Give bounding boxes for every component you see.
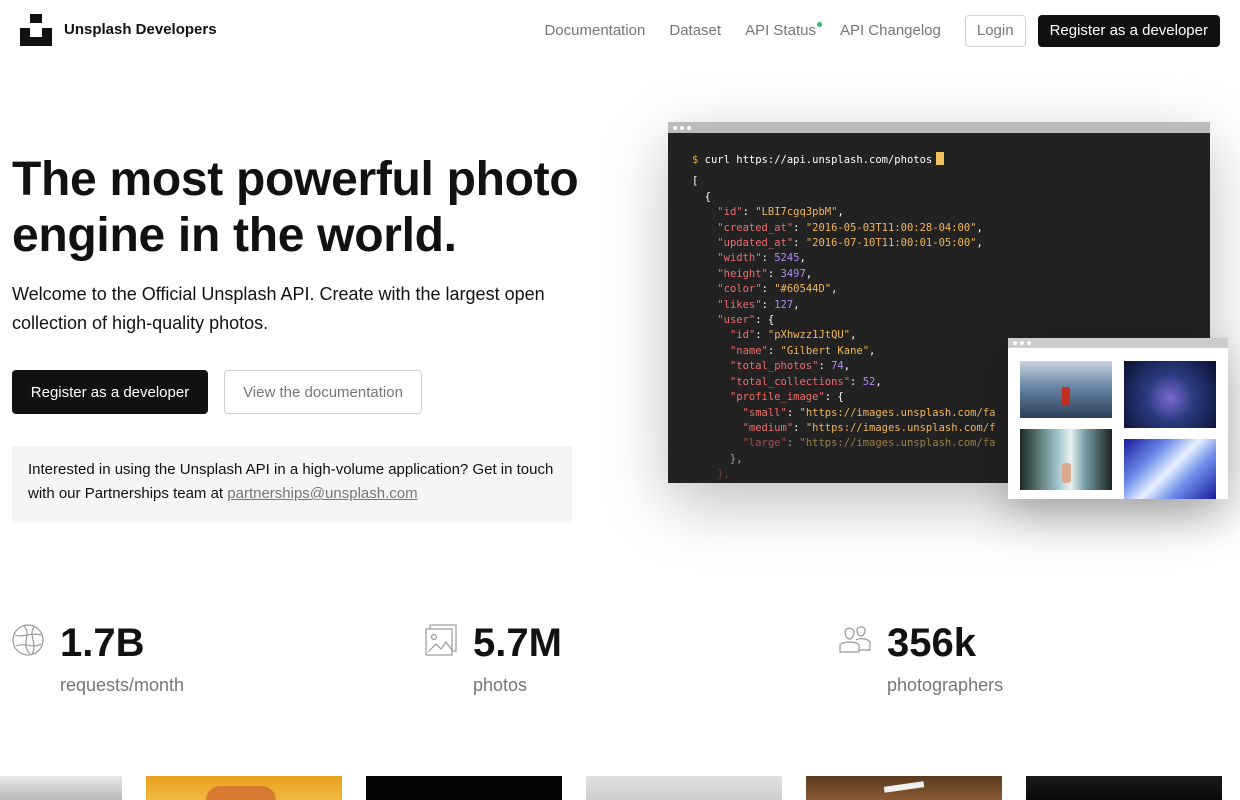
nav-api-status[interactable]: API Status	[745, 15, 822, 47]
login-button[interactable]: Login	[964, 15, 1026, 47]
globe-icon	[12, 624, 44, 656]
status-dot-icon	[816, 22, 822, 27]
json-created-at: "2016-05-03T11:00:28-04:00"	[805, 221, 977, 234]
json-total-photos: 74	[831, 360, 844, 373]
window-dot-icon	[1020, 341, 1024, 345]
json-user-name: "Gilbert Kane"	[780, 344, 870, 357]
top-nav: Documentation Dataset API Status API Cha…	[544, 15, 1220, 47]
unsplash-logo-icon[interactable]	[20, 14, 52, 46]
gallery-photo[interactable]	[366, 776, 562, 800]
terminal-command-line: $ curl https://api.unsplash.com/photos	[692, 152, 1186, 168]
partnerships-callout: Interested in using the Unsplash API in …	[12, 446, 572, 523]
window-dot-icon	[680, 126, 684, 130]
brand-name[interactable]: Unsplash Developers	[64, 21, 217, 38]
json-likes: 127	[774, 298, 794, 311]
gallery-photo[interactable]	[806, 776, 1002, 800]
json-user-id: "pXhwzz1JtQU"	[767, 329, 851, 342]
cursor-icon	[936, 152, 945, 165]
terminal-title-bar	[668, 122, 1210, 133]
photo-thumbnail	[1124, 361, 1216, 428]
stat-label: photographers	[887, 675, 1004, 695]
window-dot-icon	[1027, 341, 1031, 345]
window-dot-icon	[1013, 341, 1017, 345]
stat-label: requests/month	[60, 675, 185, 695]
json-medium: "https://images.unsplash.com/f	[805, 421, 996, 434]
json-small: "https://images.unsplash.com/fa	[799, 406, 996, 419]
partnerships-email-link[interactable]: partnerships@unsplash.com	[227, 485, 417, 502]
view-documentation-button[interactable]: View the documentation	[224, 370, 422, 414]
hero-title: The most powerful photo engine in the wo…	[12, 153, 579, 262]
json-color: "#60544D"	[774, 283, 832, 296]
stat-label: photos	[473, 675, 528, 695]
terminal-command: curl https://api.unsplash.com/photos	[704, 154, 933, 166]
register-button-hero[interactable]: Register as a developer	[12, 370, 208, 414]
nav-api-changelog[interactable]: API Changelog	[840, 15, 941, 47]
window-dot-icon	[673, 126, 677, 130]
json-id: "LBI7cgq3pbM"	[755, 206, 838, 219]
json-height: 3497	[780, 267, 806, 280]
nav-documentation[interactable]: Documentation	[544, 15, 645, 47]
json-total-collections: 52	[862, 375, 876, 388]
photo-thumbnail	[1020, 361, 1112, 418]
stat-value: 356k	[887, 621, 976, 665]
json-width: 5245	[774, 252, 800, 265]
stat-value: 1.7B	[60, 621, 145, 665]
json-large: "https://images.unsplash.com/fa	[799, 437, 996, 450]
hero-subtitle: Welcome to the Official Unsplash API. Cr…	[12, 284, 545, 333]
gallery-photo[interactable]	[0, 776, 122, 800]
site-header: Unsplash Developers Documentation Datase…	[0, 0, 1240, 62]
photo-window-title-bar	[1008, 338, 1228, 348]
stat-value: 5.7M	[473, 621, 562, 665]
nav-api-status-label: API Status	[745, 22, 816, 39]
register-button-header[interactable]: Register as a developer	[1037, 15, 1220, 47]
nav-dataset[interactable]: Dataset	[669, 15, 721, 47]
terminal-prompt: $	[692, 154, 699, 166]
photos-icon	[425, 624, 457, 656]
gallery-photo[interactable]	[586, 776, 782, 800]
json-updated-at: "2016-07-10T11:00:01-05:00"	[805, 237, 977, 250]
gallery-photo[interactable]	[1026, 776, 1222, 800]
people-icon	[839, 626, 871, 653]
gallery-photo[interactable]	[146, 776, 342, 800]
window-dot-icon	[687, 126, 691, 130]
photo-thumbnail	[1124, 439, 1216, 499]
photo-grid-window	[1008, 338, 1228, 499]
photo-thumbnail	[1020, 429, 1112, 490]
